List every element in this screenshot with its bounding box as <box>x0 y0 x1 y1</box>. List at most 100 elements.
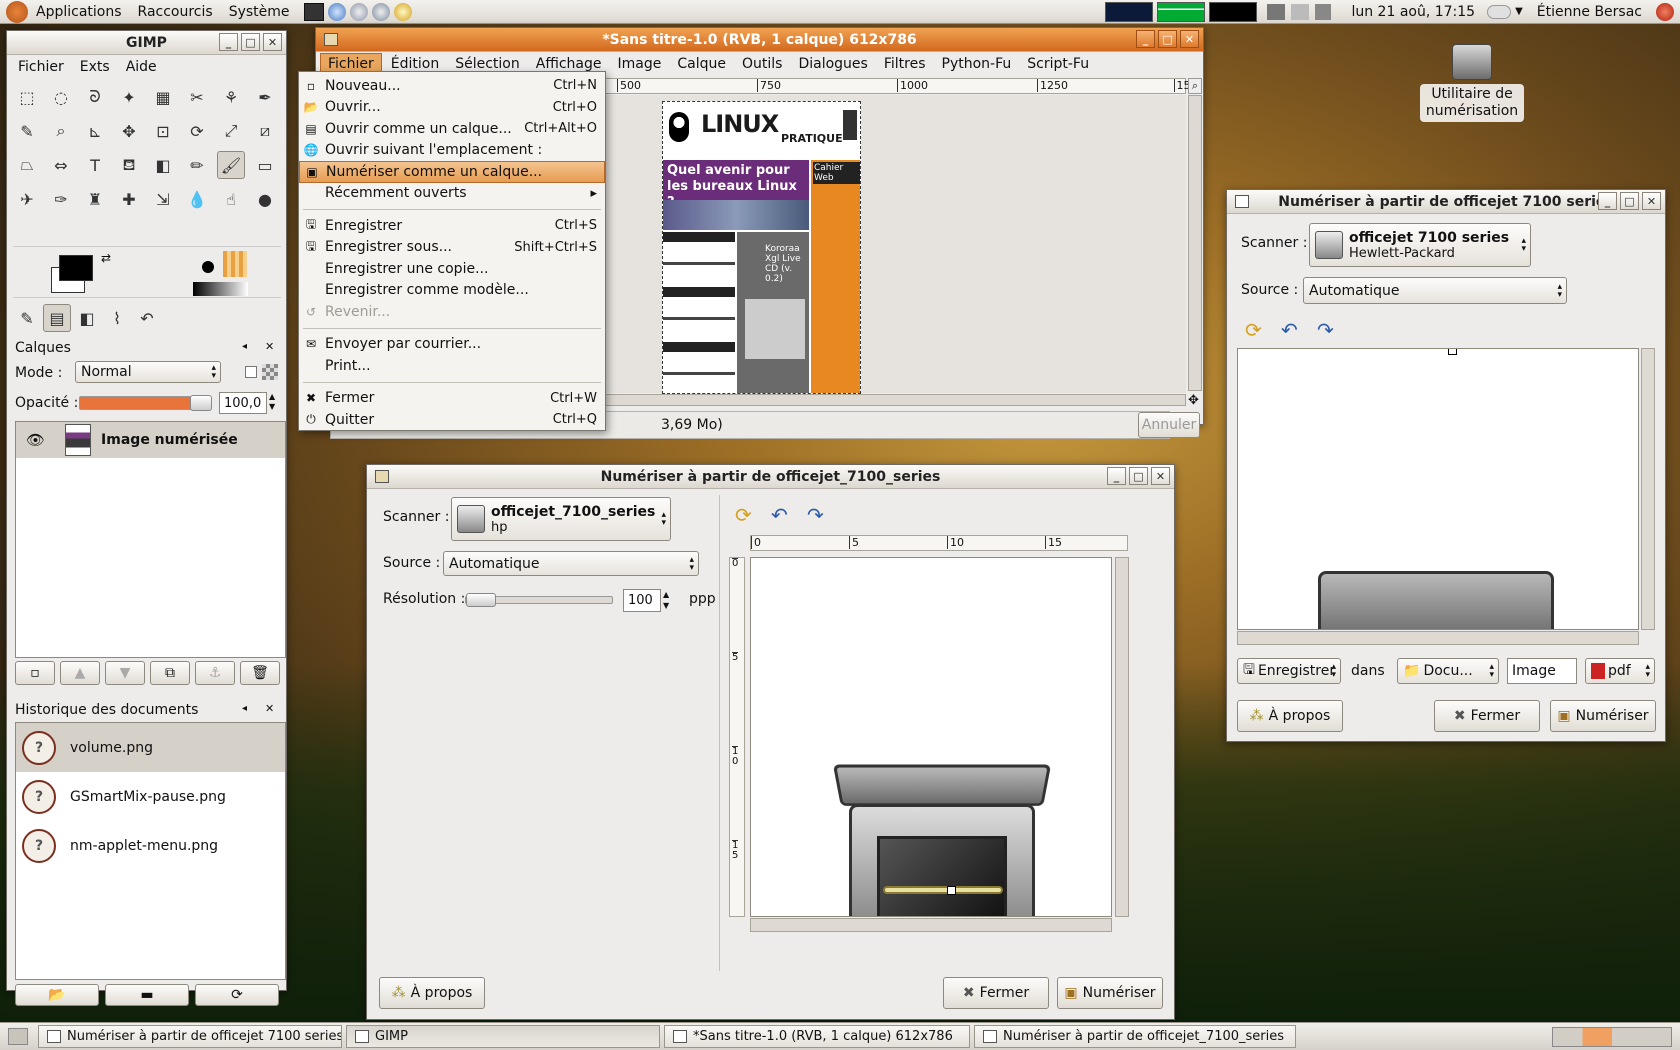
bucket-fill-tool-icon[interactable]: ⛾ <box>115 151 143 179</box>
new-layer-icon[interactable]: ▫ <box>15 661 55 685</box>
lasso-tool-icon[interactable]: ᘐ <box>81 83 109 111</box>
opacity-value[interactable]: 100,0 <box>219 392 267 414</box>
color-select-tool-icon[interactable]: ▦ <box>149 83 177 111</box>
source-select[interactable]: Automatique ▴ ▾ <box>443 551 699 576</box>
swap-colors-icon[interactable]: ⇄ <box>101 251 111 265</box>
ink-tool-icon[interactable]: ✑ <box>47 185 75 213</box>
history-item[interactable]: ? GSmartMix-pause.png <box>16 772 285 821</box>
clone-tool-icon[interactable]: ♜ <box>81 185 109 213</box>
applications-menu[interactable]: Applications <box>28 4 130 20</box>
file-menu-item[interactable]: ▤ Ouvrir comme un calque... Ctrl+Alt+O <box>299 118 605 140</box>
close-button[interactable]: ✖ Fermer <box>1434 700 1540 732</box>
file-menu-item[interactable]: Print... <box>299 355 605 377</box>
file-menu-item[interactable]: Enregistrer une copie... <box>299 258 605 280</box>
maximize-button[interactable]: □ <box>241 33 260 51</box>
volume-icon[interactable] <box>1315 3 1332 20</box>
maximize-button[interactable]: □ <box>1620 192 1639 210</box>
scissors-tool-icon[interactable]: ✂ <box>183 83 211 111</box>
about-button[interactable]: ⁂ À propos <box>1237 700 1343 732</box>
mail-launcher-icon[interactable] <box>349 2 368 21</box>
display-icon[interactable] <box>1267 3 1286 20</box>
paintbrush-tool-icon[interactable]: 🖌 <box>217 151 245 179</box>
close-button[interactable]: ✕ <box>1642 192 1661 210</box>
scanner-select[interactable]: officejet_7100_series hp ▴ ▾ <box>451 497 671 541</box>
lower-layer-icon[interactable]: ▼ <box>105 661 145 685</box>
undo-tab-icon[interactable]: ↶ <box>133 304 161 332</box>
close-button[interactable]: ✕ <box>263 33 282 51</box>
anchor-layer-icon[interactable]: ⚓ <box>195 661 235 685</box>
chevron-down-icon[interactable]: ▼ <box>1515 6 1523 17</box>
close-button[interactable]: ✕ <box>1180 30 1199 48</box>
vertical-scrollbar[interactable] <box>1188 95 1202 391</box>
maximize-button[interactable]: □ <box>1129 467 1148 485</box>
file-menu-item[interactable]: 🌐 Ouvrir suivant l'emplacement : <box>299 140 605 162</box>
menu-7[interactable]: Dialogues <box>791 54 874 74</box>
clock[interactable]: lun 21 aoû, 17:15 <box>1343 4 1483 20</box>
remove-entry-icon[interactable]: ▬ <box>105 984 189 1006</box>
refresh-icon[interactable]: ⟳ <box>735 503 752 527</box>
printer-icon[interactable] <box>1291 3 1310 20</box>
desktop-scan-utility[interactable]: Utilitaire de numérisation <box>1420 44 1524 122</box>
scale-tool-icon[interactable]: ⤢ <box>217 117 245 145</box>
help-launcher-icon[interactable] <box>393 2 412 21</box>
vertical-scrollbar[interactable] <box>1115 557 1129 917</box>
move-tool-icon[interactable]: ✥ <box>115 117 143 145</box>
shortcuts-menu[interactable]: Raccourcis <box>130 4 221 20</box>
file-menu-item[interactable]: ✉ Envoyer par courrier... <box>299 334 605 356</box>
crop-handle[interactable] <box>1448 349 1457 355</box>
raise-layer-icon[interactable]: ▲ <box>60 661 100 685</box>
menu-6[interactable]: Outils <box>735 54 789 74</box>
heal-tool-icon[interactable]: ✚ <box>115 185 143 213</box>
layer-name[interactable]: Image numérisée <box>101 432 238 448</box>
dodge-burn-tool-icon[interactable]: ● <box>251 185 279 213</box>
resolution-slider[interactable] <box>465 593 613 607</box>
file-menu-item[interactable]: 🖫 Enregistrer sous... Shift+Ctrl+S <box>299 237 605 259</box>
spin-icon[interactable]: ▲ ▼ <box>663 589 669 611</box>
minimize-button[interactable]: _ <box>219 33 238 51</box>
user-switcher[interactable]: Étienne Bersac <box>1529 4 1650 20</box>
history-item[interactable]: ? nm-applet-menu.png <box>16 821 285 870</box>
refresh-icon[interactable]: ⟳ <box>195 984 279 1006</box>
close-icon[interactable]: ✕ <box>265 340 274 353</box>
taskbar-button[interactable]: Numériser à partir de officejet 7100 ser… <box>38 1025 342 1048</box>
channels-tab-icon[interactable]: ◧ <box>73 304 101 332</box>
scan-dialog-titlebar[interactable]: Numériser à partir de officejet_7100_ser… <box>367 465 1174 489</box>
maximize-button[interactable]: □ <box>1158 30 1177 48</box>
rotate-left-icon[interactable]: ↶ <box>1281 318 1298 342</box>
horizontal-scrollbar[interactable] <box>1237 631 1639 645</box>
color-picker-tool-icon[interactable]: ✎ <box>13 117 41 145</box>
image-window-titlebar[interactable]: *Sans titre-1.0 (RVB, 1 calque) 612x786 … <box>316 28 1203 52</box>
file-menu-item[interactable]: ▣ Numériser comme un calque... <box>299 161 605 183</box>
file-menu-item[interactable]: ⏻ Quitter Ctrl+Q <box>299 409 605 431</box>
close-button[interactable]: ✕ <box>1151 467 1170 485</box>
taskbar-button[interactable]: GIMP <box>346 1025 660 1048</box>
system-menu[interactable]: Système <box>221 4 298 20</box>
scanned-magazine[interactable]: LINUX PRATIQUE Quel avenir pour les bure… <box>662 101 861 394</box>
taskbar-button[interactable]: *Sans titre-1.0 (RVB, 1 calque) 612x786 <box>664 1025 970 1048</box>
action-select[interactable]: 🖫 Enregistrer ▴ ▾ <box>1237 658 1341 684</box>
tab-menu-icon[interactable]: ◂ <box>242 341 247 352</box>
weather-icon[interactable] <box>1487 4 1512 19</box>
file-menu-item[interactable]: 📂 Ouvrir... Ctrl+O <box>299 97 605 119</box>
flip-tool-icon[interactable]: ⇔ <box>47 151 75 179</box>
file-menu-item[interactable]: ↺ Revenir... <box>299 301 605 323</box>
smudge-tool-icon[interactable]: ☝ <box>217 185 245 213</box>
eye-icon[interactable]: 👁 <box>26 431 45 449</box>
source-select[interactable]: Automatique ▴ ▾ <box>1303 277 1567 304</box>
folder-select[interactable]: 📁 Docu... ▴ ▾ <box>1397 658 1499 684</box>
menu-8[interactable]: Filtres <box>877 54 933 74</box>
workspace-switcher-icon[interactable] <box>1552 1027 1672 1047</box>
web-browser-launcher-icon[interactable] <box>327 2 346 21</box>
paths-tab-icon[interactable]: ⌇ <box>103 304 131 332</box>
file-menu-item[interactable]: ▫ Nouveau... Ctrl+N <box>299 75 605 97</box>
vertical-scrollbar[interactable] <box>1641 348 1655 630</box>
pattern-preview-icon[interactable] <box>223 251 247 277</box>
cancel-button[interactable]: Annuler <box>1138 412 1200 438</box>
open-folder-icon[interactable]: 📂 <box>15 984 99 1006</box>
eraser-tool-icon[interactable]: ▭ <box>251 151 279 179</box>
menu-4[interactable]: Image <box>611 54 669 74</box>
minimize-button[interactable]: _ <box>1598 192 1617 210</box>
fuzzy-select-tool-icon[interactable]: ✦ <box>115 83 143 111</box>
paths-tool-icon[interactable]: ✒ <box>251 83 279 111</box>
delete-layer-icon[interactable]: 🗑 <box>240 661 280 685</box>
